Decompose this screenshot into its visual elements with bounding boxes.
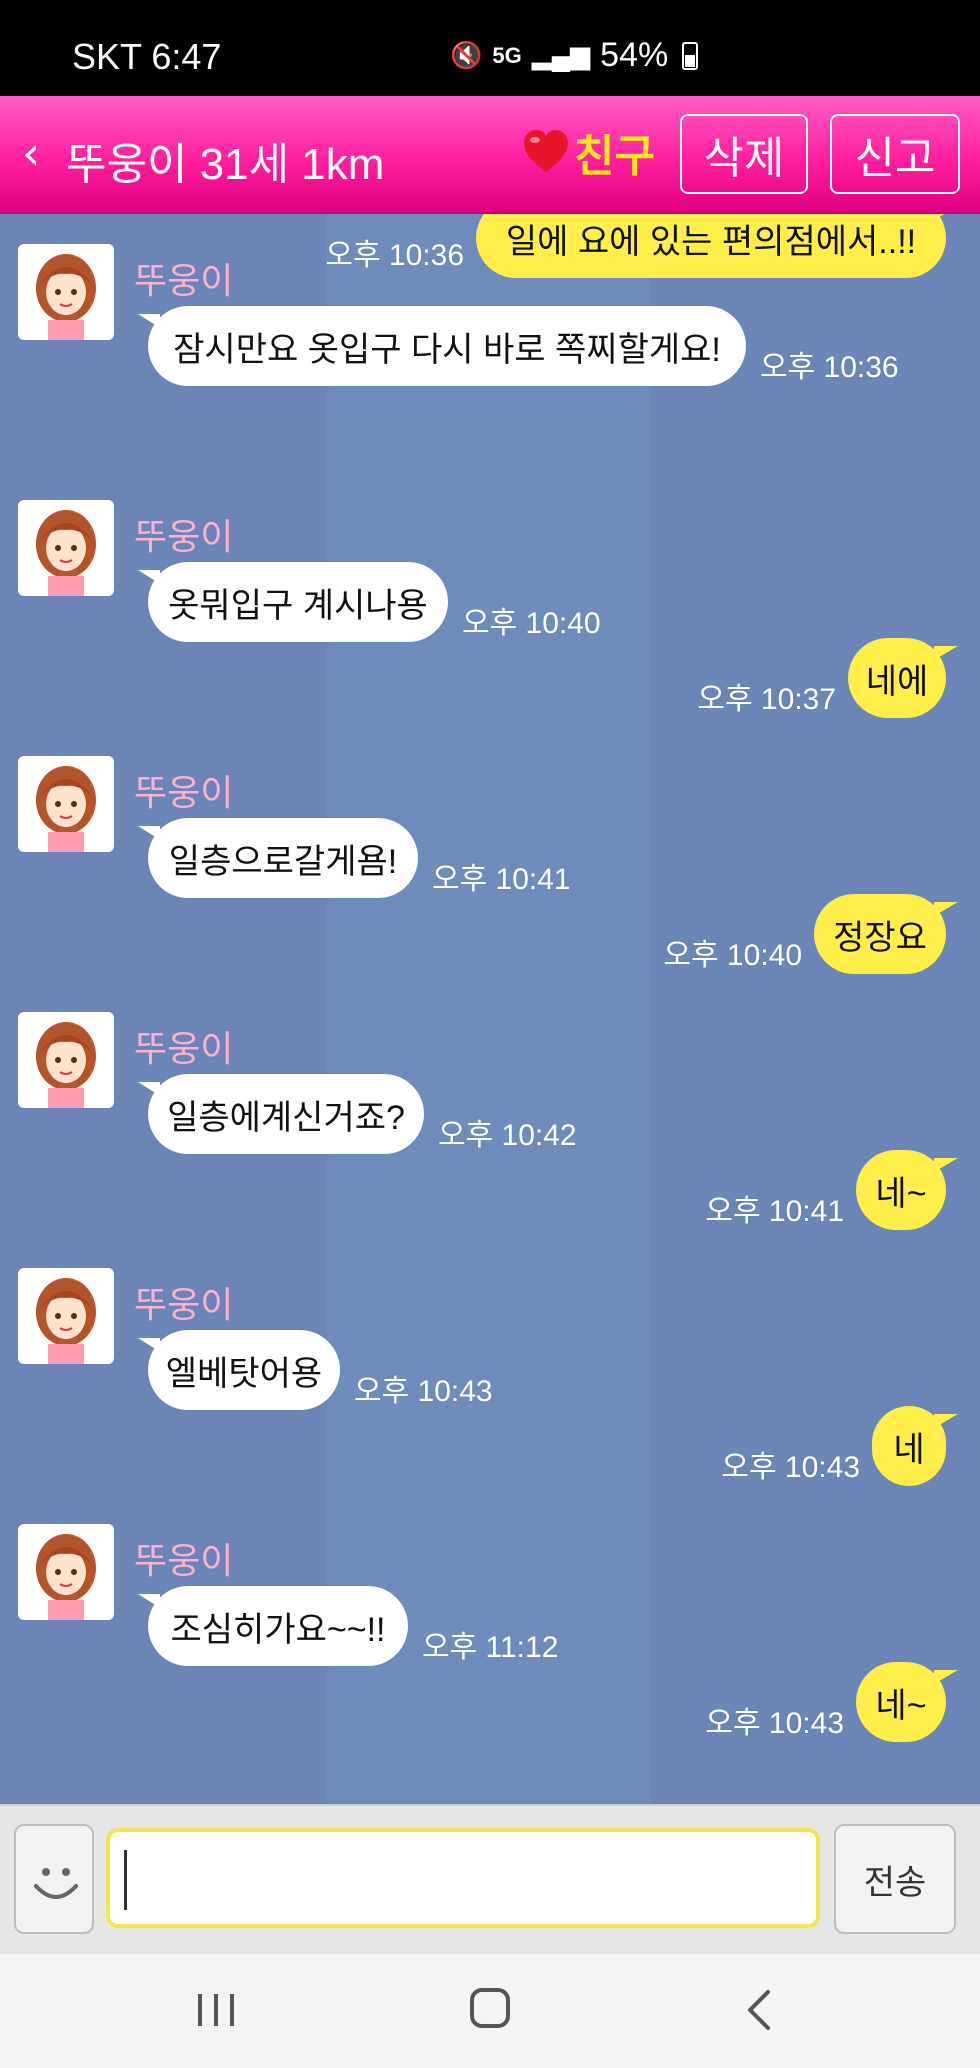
message-time: 오후 10:43: [354, 1375, 493, 1408]
incoming-message-bubble[interactable]: 옷뭐입구 계시나용: [138, 562, 448, 642]
avatar[interactable]: [18, 1524, 114, 1620]
chat-header: ‹ 뚜웅이 31세 1km 친구 삭제 신고: [0, 96, 980, 214]
back-icon[interactable]: [744, 1988, 774, 2032]
friend-label: 친구: [574, 132, 655, 181]
outgoing-message-bubble[interactable]: 네~: [856, 1662, 958, 1742]
incoming-message-bubble[interactable]: 잠시만요 옷입구 다시 바로 쪽찌할게요!: [138, 306, 746, 386]
network-type: 5G: [492, 42, 522, 68]
message-time: 오후 10:40: [462, 607, 601, 640]
signal-icon: ▂▄▆: [531, 40, 591, 70]
message-time: 오후 10:41: [705, 1195, 844, 1228]
text-caret: [124, 1850, 127, 1910]
message-time: 오후 10:40: [663, 939, 802, 972]
smiley-icon: [34, 1868, 78, 1899]
message-time: 오후 10:36: [760, 351, 899, 384]
recent-apps-icon[interactable]: [196, 1992, 236, 2028]
message-time: 오후 11:12: [422, 1631, 559, 1664]
status-bar: SKT 6:47 🔇 5G ▂▄▆ 54%: [0, 0, 980, 96]
incoming-message-bubble[interactable]: 엘베탓어용: [138, 1330, 340, 1410]
battery-percent: 54%: [600, 36, 669, 74]
message-time: 오후 10:43: [705, 1707, 844, 1740]
outgoing-message-bubble[interactable]: 네에: [848, 638, 958, 718]
emoji-button[interactable]: [14, 1824, 94, 1934]
home-icon[interactable]: [470, 1988, 510, 2028]
system-nav-bar: [0, 1954, 980, 2068]
sender-name: 뚜웅이: [134, 1284, 234, 1325]
avatar[interactable]: [18, 500, 114, 596]
message-time: 오후 10:37: [697, 683, 836, 716]
back-chevron-icon[interactable]: ‹: [22, 126, 40, 180]
sender-name: 뚜웅이: [134, 1028, 234, 1069]
message-time: 오후 10:42: [438, 1119, 577, 1152]
chat-area[interactable]: 일에 요에 있는 편의점에서..!! 오후 10:36 뚜웅이 잠시만요 옷입구 다시…: [0, 214, 980, 1804]
status-icons: 🔇 5G ▂▄▆ 54%: [450, 36, 699, 75]
report-button[interactable]: 신고: [830, 114, 960, 194]
battery-icon: [682, 41, 699, 70]
mute-icon: 🔇: [450, 40, 483, 70]
avatar[interactable]: [18, 244, 114, 340]
sender-name: 뚜웅이: [134, 516, 234, 557]
incoming-message-bubble[interactable]: 조심히가요~~!!: [138, 1586, 408, 1666]
message-time: 오후 10:36: [325, 239, 464, 272]
message-time: 오후 10:43: [721, 1451, 860, 1484]
incoming-message-bubble[interactable]: 일층으로갈게욤!: [138, 818, 418, 898]
send-button[interactable]: 전송: [834, 1824, 956, 1934]
sender-name: 뚜웅이: [134, 260, 234, 301]
message-input[interactable]: [106, 1828, 820, 1928]
carrier-time: SKT 6:47: [72, 36, 222, 77]
outgoing-message-bubble[interactable]: 네: [872, 1406, 958, 1486]
sender-name: 뚜웅이: [134, 772, 234, 813]
chat-title: 뚜웅이 31세 1km: [66, 140, 385, 189]
delete-button[interactable]: 삭제: [680, 114, 808, 194]
avatar[interactable]: [18, 1012, 114, 1108]
avatar[interactable]: [18, 1268, 114, 1364]
input-bar: 전송: [0, 1804, 980, 1954]
friend-button[interactable]: 친구: [520, 122, 655, 182]
outgoing-message-bubble[interactable]: 일에 요에 있는 편의점에서..!!: [476, 214, 958, 278]
outgoing-message-bubble[interactable]: 정장요: [814, 894, 958, 974]
sender-name: 뚜웅이: [134, 1540, 234, 1581]
avatar[interactable]: [18, 756, 114, 852]
message-time: 오후 10:41: [432, 863, 571, 896]
outgoing-message-bubble[interactable]: 네~: [856, 1150, 958, 1230]
heart-icon: [520, 126, 572, 178]
incoming-message-bubble[interactable]: 일층에계신거죠?: [138, 1074, 424, 1154]
